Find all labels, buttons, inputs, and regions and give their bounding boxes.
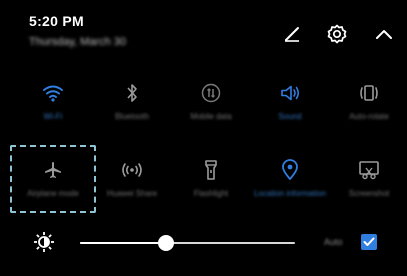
tile-auto-rotate[interactable]: Auto-rotate [334, 81, 404, 141]
tile-label: Auto-rotate [349, 112, 389, 121]
bluetooth-icon [120, 81, 144, 105]
edit-icon[interactable] [282, 24, 302, 44]
tile-label: Screenshot [348, 189, 390, 198]
quick-settings-panel: 5:20 PM Thursday, March 30 Wi-Fi Bluetoo… [0, 0, 407, 276]
clock-time: 5:20 PM [29, 13, 85, 29]
auto-rotate-icon [357, 81, 381, 105]
tile-label: Flashlight [193, 189, 229, 198]
location-icon [278, 158, 302, 182]
airplane-mode-highlight-box [10, 145, 96, 213]
tile-label: Wi-Fi [43, 112, 63, 121]
date-text: Thursday, March 30 [29, 36, 127, 48]
tile-screenshot[interactable]: Screenshot [334, 158, 404, 218]
tile-label: Huawei Share [106, 189, 158, 198]
sound-icon [278, 81, 302, 105]
tile-mobile-data[interactable]: Mobile data [176, 81, 246, 141]
tile-bluetooth[interactable]: Bluetooth [97, 81, 167, 141]
brightness-icon [33, 231, 55, 253]
auto-brightness-label: Auto [324, 237, 343, 247]
auto-brightness-checkbox[interactable] [361, 234, 377, 250]
mobile-data-icon [199, 81, 223, 105]
tile-location[interactable]: Location information [254, 158, 326, 218]
tile-label: Location information [253, 189, 327, 198]
tile-label: Mobile data [190, 112, 232, 121]
checkmark-icon [363, 237, 375, 246]
tile-label: Bluetooth [115, 112, 149, 121]
wifi-icon [41, 81, 65, 105]
flashlight-icon [199, 158, 223, 182]
tile-label: Sound [278, 112, 302, 121]
tile-huawei-share[interactable]: Huawei Share [97, 158, 167, 218]
collapse-chevron-up-icon[interactable] [374, 24, 394, 44]
tile-wifi[interactable]: Wi-Fi [18, 81, 88, 141]
tile-flashlight[interactable]: Flashlight [176, 158, 246, 218]
settings-gear-icon[interactable] [327, 24, 347, 44]
status-header: 5:20 PM Thursday, March 30 [0, 0, 407, 66]
huawei-share-icon [120, 158, 144, 182]
brightness-slider-thumb[interactable] [158, 235, 174, 251]
brightness-slider[interactable] [80, 235, 295, 251]
brightness-slider-fill [80, 242, 166, 244]
tile-sound[interactable]: Sound [255, 81, 325, 141]
screenshot-icon [357, 158, 381, 182]
